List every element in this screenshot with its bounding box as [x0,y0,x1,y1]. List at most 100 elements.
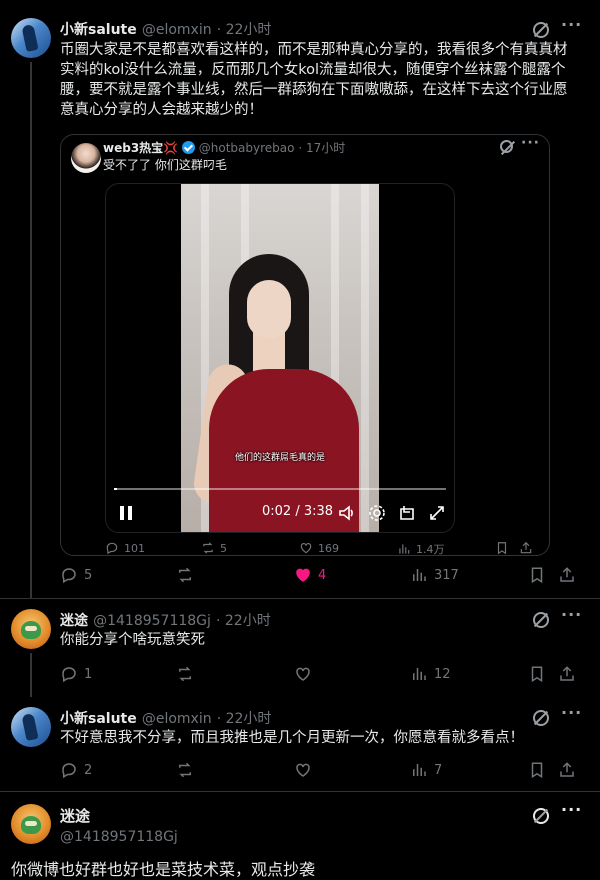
thread-line [30,62,32,598]
views-button[interactable]: 12 [410,665,451,683]
author-name[interactable]: 迷途 [60,613,88,629]
share-icon [560,666,574,681]
author-handle[interactable]: @elomxin [142,711,212,727]
quote-actions: 101 5 169 1.4万 [105,541,532,555]
avatar[interactable] [11,18,51,58]
post-time[interactable]: · 22小时 [216,613,271,629]
repost-icon [179,666,191,682]
post-time[interactable]: · 22小时 [217,711,272,727]
pause-icon[interactable] [118,504,134,522]
author-name[interactable]: 迷途 [60,807,90,825]
grok-icon[interactable] [533,808,549,824]
share-icon [560,762,574,777]
heart-icon [296,763,310,777]
grok-icon[interactable] [533,22,549,38]
reply-button[interactable]: 1 [60,665,92,683]
quoted-post[interactable]: web3热宝💢 @hotbabyrebao · 17小时 ··· 受不了了 你们… [60,134,550,556]
main-post[interactable]: 小新salute @elomxin · 22小时 ··· 币圈大家是不是都喜欢看… [0,0,600,598]
post-time[interactable]: · 22小时 [217,22,272,38]
author-handle[interactable]: @1418957118Gj [60,829,178,845]
avatar[interactable] [11,707,51,747]
quote-text: 受不了了 你们这群叼毛 [103,158,227,172]
bookmark-icon [497,542,507,555]
grok-icon[interactable] [533,710,549,726]
repost-button[interactable] [176,566,200,584]
views-button[interactable]: 7 [410,761,442,779]
quote-time[interactable]: · 17小时 [298,141,345,155]
post-actions: 2 7 [60,761,580,781]
author-name[interactable]: 小新salute [60,22,137,38]
avatar[interactable] [71,143,101,173]
reply-icon [62,568,76,584]
focused-reply[interactable]: 迷途 @1418957118Gj ··· 你微博也好群也好也是菜技术菜，观点抄袭 [0,792,600,879]
views-icon [399,544,410,554]
views-icon [413,764,426,776]
share-button[interactable] [558,665,576,683]
quote-like-button[interactable]: 169 [299,541,339,555]
more-icon[interactable]: ··· [561,703,582,722]
post-actions: 1 12 [60,665,580,685]
grok-icon[interactable] [533,612,549,628]
views-icon [413,569,426,581]
share-button[interactable] [558,761,576,779]
bookmark-button[interactable] [528,566,546,584]
post-text: 币圈大家是不是都喜欢看这样的，而不是那种真心分享的，我看很多个有真真材实料的ko… [60,42,568,118]
bookmark-button[interactable] [528,761,546,779]
bookmark-button[interactable] [528,665,546,683]
quote-author-handle[interactable]: @hotbabyrebao [199,141,295,155]
more-icon[interactable]: ··· [561,800,582,819]
post-text: 你微博也好群也好也是菜技术菜，观点抄袭 [11,860,316,879]
quote-reply-button[interactable]: 101 [105,541,145,555]
views-icon [413,668,426,680]
share-icon [520,541,532,554]
fullscreen-icon[interactable] [428,504,446,522]
grok-icon[interactable] [500,140,513,153]
heart-icon [296,667,310,681]
like-button[interactable]: 4 [294,566,326,584]
repost-button[interactable] [176,665,194,683]
like-button[interactable] [294,665,312,683]
like-button[interactable] [294,761,312,779]
quote-views-button[interactable]: 1.4万 [397,541,445,555]
pip-icon[interactable] [398,504,416,522]
reply-button[interactable]: 2 [60,761,92,779]
post-text: 不好意思我不分享，而且我推也是几个月更新一次，你愿意看就多看点！ [60,730,524,746]
author-name[interactable]: 小新salute [60,711,137,727]
video-progress-fill [114,488,118,490]
quote-repost-button[interactable]: 5 [201,541,227,555]
video-progress-bar[interactable] [114,488,446,490]
more-icon[interactable]: ··· [521,135,540,151]
views-count: 317 [434,567,459,583]
quote-bookmark-button[interactable] [495,541,509,555]
reply-button[interactable]: 5 [60,566,92,584]
quote-share-button[interactable] [519,541,533,555]
reply-icon [62,667,76,683]
video-player[interactable]: 他们的这群屌毛真的是 0:02 / 3:38 [105,183,455,533]
avatar[interactable] [11,804,51,844]
reply-count: 5 [84,567,93,583]
share-button[interactable] [558,566,576,584]
thread-line [30,653,32,697]
share-icon [560,567,574,582]
reply-post[interactable]: 小新salute @elomxin · 22小时 ··· 不好意思我不分享，而且… [0,697,600,791]
bookmark-icon [531,762,543,779]
repost-icon [179,762,191,778]
volume-icon[interactable] [338,504,356,522]
reply-icon [62,763,76,779]
settings-icon[interactable] [368,504,386,522]
repost-icon [203,542,213,554]
reply-icon [106,542,118,555]
views-button[interactable]: 317 [410,566,459,584]
post-text: 你能分享个啥玩意笑死 [60,632,205,648]
video-frame[interactable] [181,184,379,532]
more-icon[interactable]: ··· [561,605,582,624]
author-handle[interactable]: @elomxin [142,22,212,38]
video-subtitle: 他们的这群屌毛真的是 [234,453,325,463]
author-handle[interactable]: @1418957118Gj [93,613,211,629]
reply-post[interactable]: 迷途 @1418957118Gj · 22小时 ··· 你能分享个啥玩意笑死 1… [0,599,600,697]
repost-button[interactable] [176,761,194,779]
heart-icon [296,568,310,582]
avatar[interactable] [11,609,51,649]
quote-author-name[interactable]: web3热宝💢 [103,141,178,155]
more-icon[interactable]: ··· [561,15,582,34]
